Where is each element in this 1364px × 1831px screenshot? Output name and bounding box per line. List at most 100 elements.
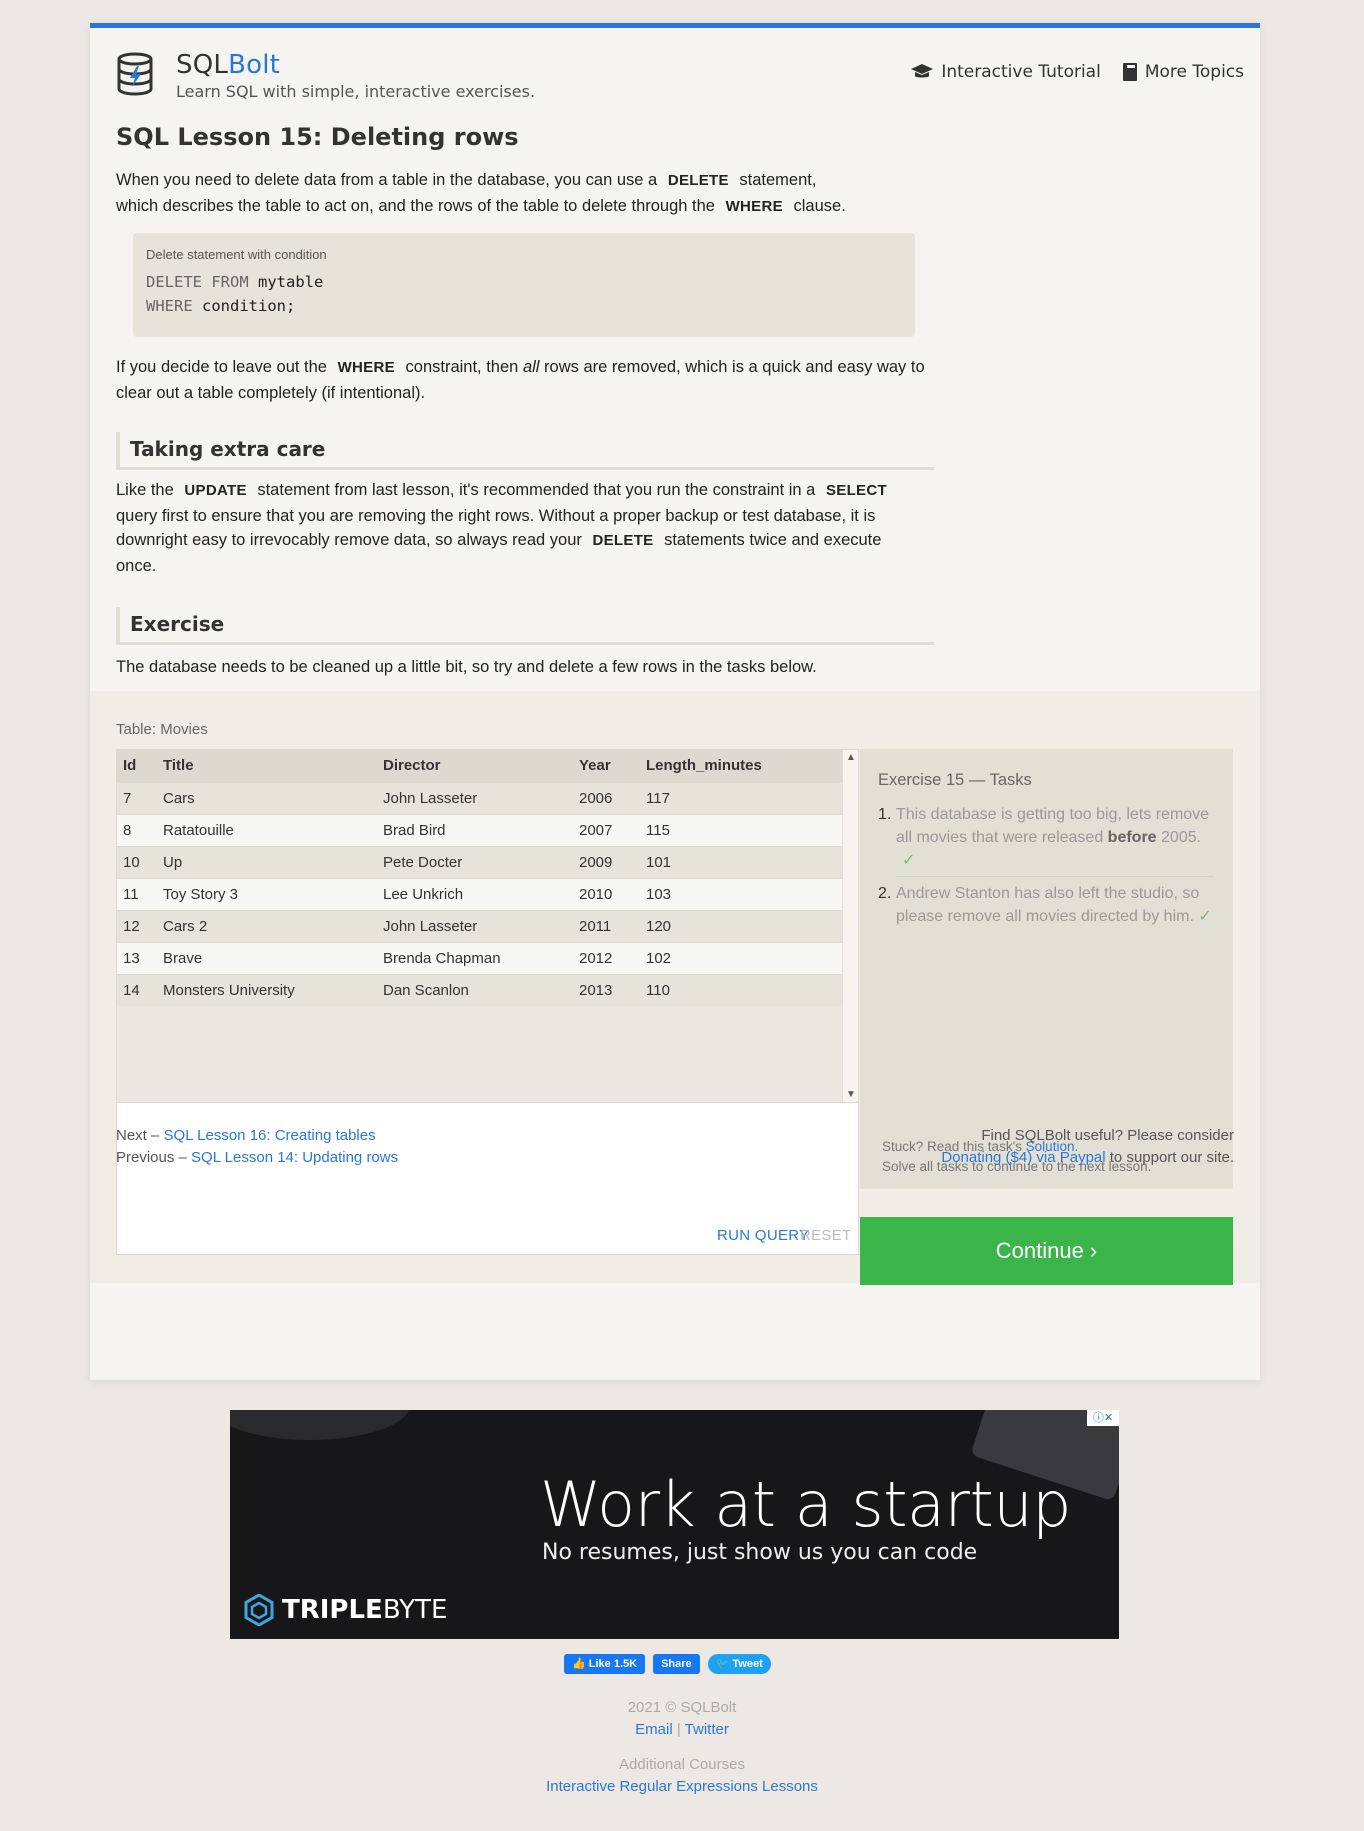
nav-more-topics[interactable]: More Topics <box>1122 62 1244 82</box>
table-scrollbar[interactable]: ▲ ▼ <box>842 750 858 1102</box>
tweet-button[interactable]: 🐦 Tweet <box>707 1654 771 1674</box>
continue-button[interactable]: Continue › <box>860 1217 1233 1285</box>
checkmark-icon: ✓ <box>902 852 916 869</box>
table-cell: 10 <box>117 845 157 878</box>
table-row: 10 Up Pete Docter 2009 101 <box>117 845 842 878</box>
table-cell: Lee Unkrich <box>377 877 573 910</box>
twitter-bird-icon: 🐦 <box>715 1658 733 1670</box>
thumbs-up-icon: 👍 <box>572 1658 589 1670</box>
table-cell: 2011 <box>573 909 640 942</box>
database-bolt-icon[interactable] <box>116 52 154 96</box>
intro-paragraph: When you need to delete data from a tabl… <box>116 171 846 215</box>
reset-button[interactable]: RESET <box>800 1227 852 1244</box>
lesson-card: SQLBolt Learn SQL with simple, interacti… <box>90 23 1260 1380</box>
table-cell: Ratatouille <box>157 813 377 846</box>
table-cell: Cars <box>157 781 377 814</box>
table-row: 13 Brave Brenda Chapman 2012 102 <box>117 941 842 974</box>
ad-headline: Work at a startup <box>540 1468 1071 1541</box>
email-link[interactable]: Email <box>635 1721 673 1738</box>
keyword: UPDATE <box>184 482 247 499</box>
table-cell: Brad Bird <box>377 813 573 846</box>
column-header: Director <box>377 750 573 782</box>
table-cell: 2006 <box>573 781 640 814</box>
tasks-title: Exercise 15 — Tasks <box>878 771 1032 789</box>
table-cell: 8 <box>117 813 157 846</box>
table-row: 7 Cars John Lasseter 2006 117 <box>117 781 842 814</box>
nav-label: More Topics <box>1144 62 1244 82</box>
twitter-link[interactable]: Twitter <box>685 1721 729 1738</box>
table-cell: Up <box>157 845 377 878</box>
table-cell: 115 <box>640 813 842 846</box>
care-paragraph: Like the UPDATE statement from last less… <box>116 478 926 578</box>
nav-interactive-tutorial[interactable]: Interactive Tutorial <box>911 62 1101 82</box>
run-query-button[interactable]: RUN QUERY <box>717 1227 809 1244</box>
column-header: Id <box>117 750 157 782</box>
regex-course-link[interactable]: Interactive Regular Expressions Lessons <box>546 1778 818 1795</box>
results-table-container[interactable]: Id Title Director Year Length_minutes 7C… <box>116 749 859 1103</box>
table-cell: 101 <box>640 845 842 878</box>
table-header-row: Id Title Director Year Length_minutes <box>117 750 842 782</box>
code-example: Delete statement with condition DELETE F… <box>133 233 915 337</box>
table-cell: 102 <box>640 941 842 974</box>
column-header: Length_minutes <box>640 750 842 782</box>
ad-subheadline: No resumes, just show us you can code <box>542 1540 978 1565</box>
ad-decoration <box>230 1410 410 1440</box>
tasks-panel: Exercise 15 — Tasks 1. This database is … <box>860 749 1233 1189</box>
table-cell: 12 <box>117 909 157 942</box>
hexagon-icon <box>244 1594 274 1626</box>
table-cell: 110 <box>640 973 842 1006</box>
table-cell: 2007 <box>573 813 640 846</box>
advertisement-banner[interactable]: ⓘ✕ Work at a startup No resumes, just sh… <box>230 1410 1119 1639</box>
table-cell: 14 <box>117 973 157 1006</box>
table-row: 11 Toy Story 3 Lee Unkrich 2010 103 <box>117 877 842 910</box>
copyright: 2021 © SQLBolt <box>627 1699 737 1716</box>
courses-label: Additional Courses <box>619 1756 745 1773</box>
page-footer: 2021 © SQLBolt Email | Twitter <box>0 1697 1364 1741</box>
table-cell: Brenda Chapman <box>377 941 573 974</box>
table-cell: John Lasseter <box>377 909 573 942</box>
results-table: Id Title Director Year Length_minutes 7C… <box>117 750 842 1006</box>
chevron-up-icon[interactable]: ▲ <box>846 752 856 763</box>
table-cell: 103 <box>640 877 842 910</box>
task-number: 1. <box>878 806 892 823</box>
next-lesson-link[interactable]: SQL Lesson 16: Creating tables <box>164 1127 376 1144</box>
code-line: WHERE condition; <box>146 297 296 315</box>
triplebyte-logo: TRIPLEBYTE <box>244 1594 447 1626</box>
table-cell: 11 <box>117 877 157 910</box>
exercise-area: Table: Movies Id Title Director Year Len… <box>90 691 1260 1285</box>
table-cell: Toy Story 3 <box>157 877 377 910</box>
tagline: Learn SQL with simple, interactive exerc… <box>176 82 536 101</box>
code-caption: Delete statement with condition <box>146 247 327 262</box>
previous-lesson-link[interactable]: SQL Lesson 14: Updating rows <box>191 1149 398 1166</box>
facebook-share-button[interactable]: Share <box>653 1654 700 1674</box>
lesson-navigation: Next – SQL Lesson 16: Creating tables Pr… <box>116 1127 399 1166</box>
keyword: SELECT <box>825 482 887 499</box>
social-buttons: 👍 Like 1.5K Share 🐦 Tweet <box>564 1654 771 1674</box>
table-cell: 120 <box>640 909 842 942</box>
table-cell: Cars 2 <box>157 909 377 942</box>
page-title: SQL Lesson 15: Deleting rows <box>116 123 519 151</box>
brand-name[interactable]: SQLBolt <box>176 50 280 80</box>
table-cell: Pete Docter <box>377 845 573 878</box>
table-cell: Dan Scanlon <box>377 973 573 1006</box>
table-cell: 7 <box>117 781 157 814</box>
keyword: WHERE <box>337 359 395 376</box>
chevron-down-icon[interactable]: ▼ <box>846 1089 856 1100</box>
table-row: 8 Ratatouille Brad Bird 2007 115 <box>117 813 842 846</box>
where-paragraph: If you decide to leave out the WHERE con… <box>116 358 925 402</box>
task-item: 1. This database is getting too big, let… <box>878 803 1218 872</box>
task-item: 2. Andrew Stanton has also left the stud… <box>878 882 1218 928</box>
section-heading: Exercise <box>116 607 934 645</box>
task-number: 2. <box>878 885 892 902</box>
table-cell: 2013 <box>573 973 640 1006</box>
graduation-cap-icon <box>911 64 934 78</box>
table-row: 14 Monsters University Dan Scanlon 2013 110 <box>117 973 842 1006</box>
table-cell: 2010 <box>573 877 640 910</box>
ad-close-icon[interactable]: ⓘ✕ <box>1087 1410 1119 1426</box>
book-icon <box>1122 63 1137 81</box>
donate-link[interactable]: Donating ($4) via Paypal <box>941 1149 1105 1166</box>
table-cell: John Lasseter <box>377 781 573 814</box>
table-cell: 2009 <box>573 845 640 878</box>
top-nav: Interactive Tutorial More Topics <box>911 62 1244 82</box>
facebook-like-button[interactable]: 👍 Like 1.5K <box>564 1654 646 1674</box>
